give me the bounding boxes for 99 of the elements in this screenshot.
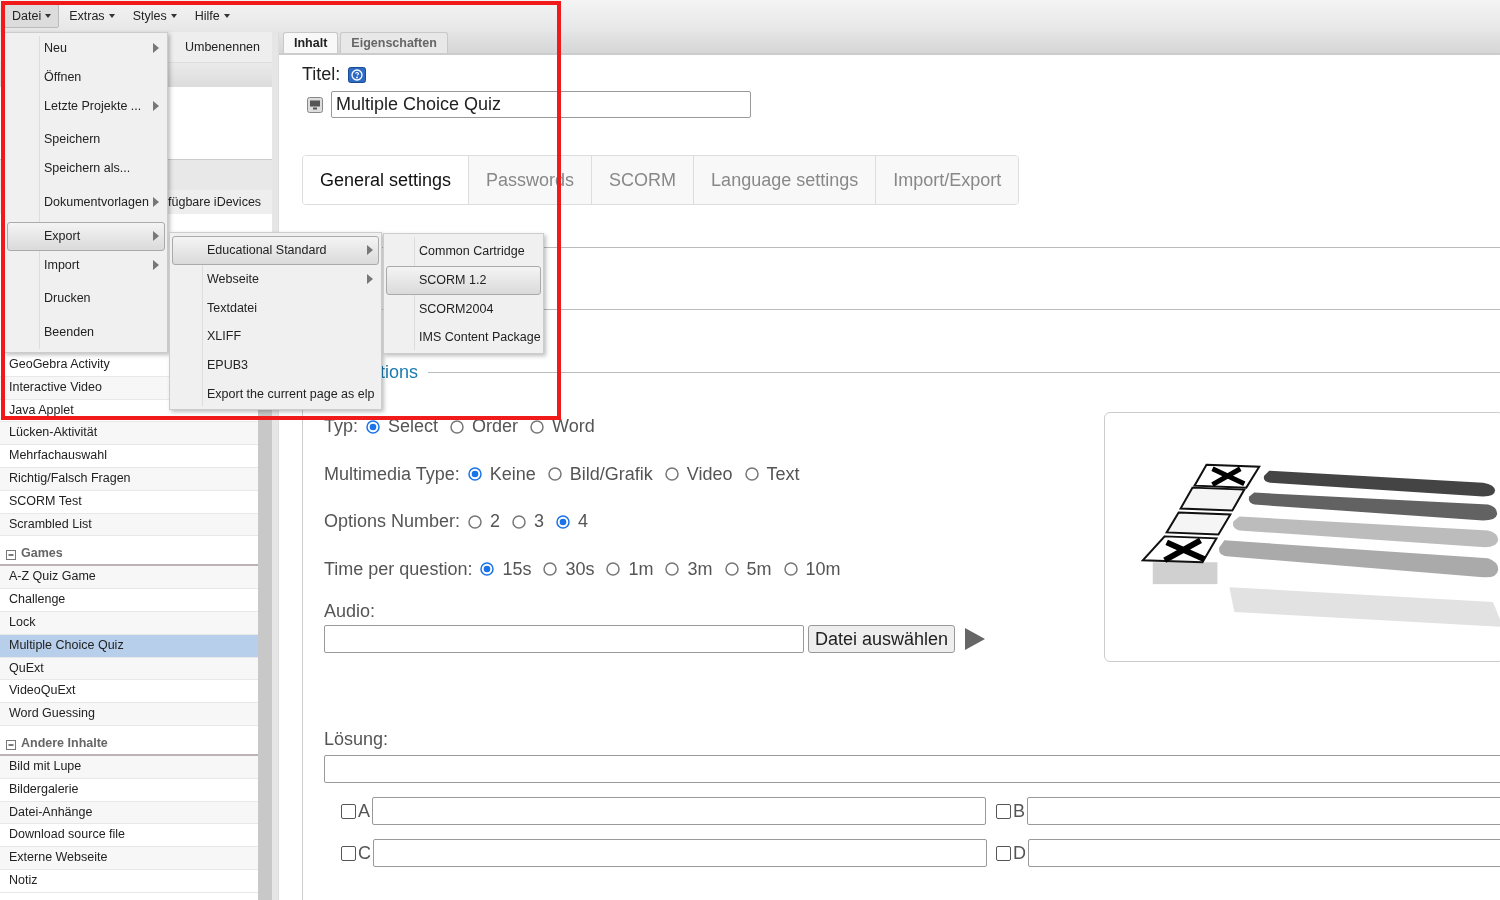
radio-button[interactable]	[744, 467, 759, 482]
radio-label: 5m	[746, 558, 772, 580]
menu-bar-item[interactable]: Styles	[124, 4, 185, 28]
idevice-item[interactable]: Bild mit Lupe	[0, 755, 258, 779]
answer-field[interactable]	[372, 797, 986, 825]
menu-bar-item[interactable]: Extras	[61, 4, 123, 28]
menu-item[interactable]: SCORM2004	[386, 294, 541, 324]
caret-icon	[45, 14, 52, 18]
radio-label: 3m	[687, 558, 713, 580]
idevice-item[interactable]: A-Z Quiz Game	[0, 566, 258, 590]
radio-button[interactable]	[366, 419, 380, 434]
radio-button[interactable]	[450, 419, 465, 434]
radio-button[interactable]	[480, 562, 495, 577]
menu-item[interactable]: Dokumentvorlagen	[7, 188, 165, 217]
help-icon[interactable]	[348, 66, 367, 83]
radio-label: Word	[552, 416, 595, 438]
radio-button[interactable]	[724, 562, 739, 577]
menu-item[interactable]: Drucken	[7, 284, 165, 314]
solution-label: Lösung:	[324, 729, 390, 750]
group-title: Andere Inhalte	[21, 735, 108, 750]
menu-item[interactable]: Speichern	[7, 125, 165, 155]
radio-button[interactable]	[468, 514, 483, 529]
radio-label: 3	[534, 511, 545, 533]
answer-letter: B	[1013, 800, 1025, 822]
radio-label: 4	[578, 511, 589, 533]
checkbox[interactable]	[341, 845, 356, 861]
audio-field[interactable]	[324, 625, 804, 653]
option-label: Time per question:	[324, 558, 473, 580]
radio-button[interactable]	[547, 467, 562, 482]
menu-bar-item[interactable]: Hilfe	[186, 4, 238, 28]
title-label: Titel:	[302, 64, 341, 85]
radio-label: Text	[766, 463, 800, 485]
idevice-item[interactable]: Datei-Anhänge	[0, 801, 258, 825]
option-label: Multimedia Type:	[324, 463, 460, 485]
menu-item[interactable]: Export	[7, 221, 165, 251]
radio-button[interactable]	[665, 562, 680, 577]
title-field[interactable]: Multiple Choice Quiz	[331, 91, 751, 118]
menu-item[interactable]: SCORM 1.2	[386, 265, 541, 295]
radio-button[interactable]	[530, 419, 545, 434]
solution-field[interactable]	[324, 755, 1500, 783]
radio-label: Order	[472, 416, 519, 438]
answer-letter: A	[358, 800, 370, 822]
answer-field[interactable]	[1028, 839, 1500, 867]
menu-item[interactable]: Öffnen	[7, 62, 165, 92]
answer-letter: D	[1013, 842, 1026, 864]
option-label: Options Number:	[324, 511, 461, 533]
radio-label: 10m	[805, 558, 841, 580]
caret-icon	[170, 14, 177, 18]
menu-item[interactable]: Beenden	[7, 318, 165, 347]
idevice-item[interactable]: Word Guessing	[0, 703, 258, 726]
menu-item[interactable]: Speichern als...	[7, 154, 165, 183]
answer-letter: C	[358, 842, 371, 864]
collapse-icon[interactable]	[6, 739, 16, 750]
menu-item[interactable]: Letzte Projekte ...	[7, 91, 165, 121]
radio-label: Video	[686, 463, 733, 485]
idevice-item[interactable]: QuExt	[0, 657, 258, 681]
tab[interactable]: Inhalt	[283, 32, 339, 53]
menu-item[interactable]: Educational Standard	[172, 236, 379, 265]
menu-item[interactable]: IMS Content Package	[386, 323, 541, 353]
menu-item[interactable]: Webseite	[172, 264, 379, 294]
idevice-item[interactable]: Richtig/Falsch Fragen	[0, 468, 258, 491]
radio-button[interactable]	[664, 467, 679, 482]
checkbox[interactable]	[996, 845, 1011, 861]
menu-item[interactable]: XLIFF	[172, 322, 379, 352]
idevice-item[interactable]: Lücken-Aktivität	[0, 422, 258, 446]
radio-label: 1m	[628, 558, 654, 580]
caret-icon	[108, 14, 115, 18]
file-button[interactable]: Datei auswählen	[808, 625, 956, 653]
audio-label: Audio:	[324, 601, 377, 622]
radio-button[interactable]	[467, 467, 482, 482]
radio-button[interactable]	[512, 514, 527, 529]
menu-item[interactable]: Textdatei	[172, 293, 379, 323]
idevice-item[interactable]: Externe Webseite	[0, 847, 258, 870]
checkbox[interactable]	[341, 803, 356, 819]
radio-label: 30s	[565, 558, 595, 580]
tab[interactable]: Eigenschaften	[340, 32, 448, 53]
monitor-icon[interactable]	[307, 96, 323, 113]
group-title: Games	[21, 546, 63, 561]
answer-field[interactable]	[1027, 797, 1500, 825]
collapse-icon[interactable]	[6, 550, 16, 561]
radio-label: Keine	[489, 463, 536, 485]
radio-button[interactable]	[556, 514, 571, 529]
idevice-item[interactable]: Scrambled List	[0, 513, 258, 537]
radio-label: 2	[490, 511, 501, 533]
answer-field[interactable]	[373, 839, 987, 867]
radio-label: Bild/Grafik	[569, 463, 653, 485]
radio-button[interactable]	[606, 562, 621, 577]
idevice-item[interactable]: Lock	[0, 611, 258, 635]
idevice-item[interactable]: Multiple Choice Quiz	[0, 634, 258, 658]
radio-label: Select	[388, 416, 439, 438]
radio-button[interactable]	[783, 562, 798, 577]
play-icon[interactable]	[965, 628, 986, 650]
menu-item[interactable]: Neu	[7, 34, 165, 63]
caret-icon	[223, 14, 230, 18]
checkbox[interactable]	[996, 803, 1011, 819]
menu-item[interactable]: Import	[7, 250, 165, 280]
menu-item[interactable]: Common Cartridge	[386, 237, 541, 266]
radio-button[interactable]	[543, 562, 558, 577]
radio-label: 15s	[502, 558, 532, 580]
